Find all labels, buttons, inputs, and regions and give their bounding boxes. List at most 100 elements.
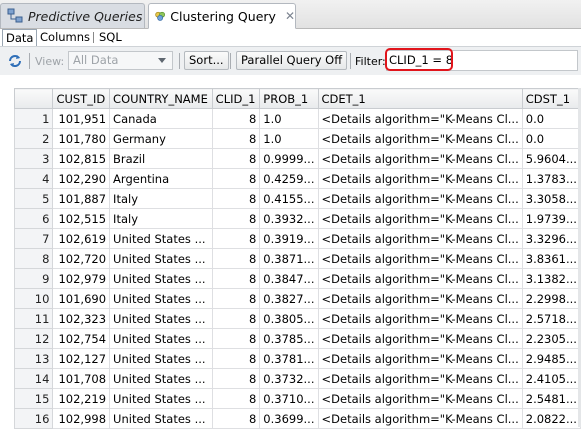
cell-cdst[interactable]: 2.2998... [521,288,581,309]
cell-prob[interactable]: 0.3732... [259,368,319,389]
cell-prob[interactable]: 0.3827... [259,288,319,309]
cell-cdet[interactable]: <Details algorithm="K-Means Cl... [317,128,523,149]
cell-cdst[interactable]: 2.0822... [521,408,581,429]
cell-clid[interactable]: 8 [211,328,261,349]
cell-cust-id[interactable]: 102,815 [52,148,111,169]
cell-cdst[interactable]: 2.9485... [521,348,581,369]
cell-cdst[interactable]: 1.3783... [521,168,581,189]
cell-cdet[interactable]: <Details algorithm="K-Means Cl... [317,188,523,209]
cell-prob[interactable]: 0.3871... [259,248,319,269]
cell-clid[interactable]: 8 [211,168,261,189]
cell-cdet[interactable]: <Details algorithm="K-Means Cl... [317,288,523,309]
tab-data[interactable]: Data [2,29,38,47]
cell-cdet[interactable]: <Details algorithm="K-Means Cl... [317,388,523,409]
column-header-prob[interactable]: PROB_1 [259,88,319,109]
cell-clid[interactable]: 8 [211,228,261,249]
cell-cust-id[interactable]: 102,979 [52,268,111,289]
cell-cdst[interactable]: 5.9604... [521,148,581,169]
cell-cdet[interactable]: <Details algorithm="K-Means Cl... [317,148,523,169]
cell-cust-id[interactable]: 102,754 [52,328,111,349]
cell-country-name[interactable]: United States ... [109,408,213,429]
close-icon[interactable]: ✕ [285,9,295,23]
cell-cdet[interactable]: <Details algorithm="K-Means Cl... [317,248,523,269]
cell-clid[interactable]: 8 [211,148,261,169]
table-row[interactable]: 8 102,720 United States ... 8 0.3871... <Deta… [13,248,581,269]
tab-columns[interactable]: Columns [37,29,93,45]
cell-country-name[interactable]: United States ... [109,368,213,389]
cell-cust-id[interactable]: 101,887 [52,188,111,209]
row-number[interactable]: 12 [13,328,54,349]
cell-cust-id[interactable]: 101,780 [52,128,111,149]
column-header-cdet[interactable]: CDET_1 [317,88,523,109]
cell-prob[interactable]: 0.3919... [259,228,319,249]
row-number[interactable]: 4 [13,168,54,189]
cell-clid[interactable]: 8 [211,248,261,269]
cell-prob[interactable]: 0.4259... [259,168,319,189]
cell-country-name[interactable]: Brazil [109,148,213,169]
cell-clid[interactable]: 8 [211,308,261,329]
cell-prob[interactable]: 0.4155... [259,188,319,209]
cell-country-name[interactable]: United States ... [109,388,213,409]
cell-cdst[interactable]: 0.0 [521,108,581,129]
cell-cdet[interactable]: <Details algorithm="K-Means Cl... [317,348,523,369]
cell-cust-id[interactable]: 102,515 [52,208,111,229]
cell-prob[interactable]: 0.3710... [259,388,319,409]
table-row[interactable]: 9 102,979 United States ... 8 0.3847... <Deta… [13,268,581,289]
cell-prob[interactable]: 0.3699... [259,408,319,429]
cell-prob[interactable]: 0.3781... [259,348,319,369]
cell-cdet[interactable]: <Details algorithm="K-Means Cl... [317,208,523,229]
view-select[interactable]: All Data [68,51,173,70]
cell-country-name[interactable]: Italy [109,208,213,229]
parallel-query-button[interactable]: Parallel Query Off [236,51,348,70]
table-row[interactable]: 7 102,619 United States ... 8 0.3919... <Deta… [13,228,581,249]
row-number[interactable]: 6 [13,208,54,229]
cell-cdet[interactable]: <Details algorithm="K-Means Cl... [317,268,523,289]
cell-prob[interactable]: 0.3785... [259,328,319,349]
cell-cdet[interactable]: <Details algorithm="K-Means Cl... [317,108,523,129]
cell-prob[interactable]: 1.0 [259,108,319,129]
table-row[interactable]: 2 101,780 Germany 8 1.0 <Details algorithm="K… [13,128,581,149]
row-number[interactable]: 2 [13,128,54,149]
row-number[interactable]: 15 [13,388,54,409]
cell-clid[interactable]: 8 [211,208,261,229]
cell-cdet[interactable]: <Details algorithm="K-Means Cl... [317,308,523,329]
cell-clid[interactable]: 8 [211,368,261,389]
table-row[interactable]: 6 102,515 Italy 8 0.3932... <Details algorith… [13,208,581,229]
table-row[interactable]: 14 101,708 United States ... 8 0.3732... <Det… [13,368,581,389]
tab-predictive-queries[interactable]: Predictive Queries [0,3,145,28]
cell-cust-id[interactable]: 101,708 [52,368,111,389]
row-number[interactable]: 14 [13,368,54,389]
table-row[interactable]: 5 101,887 Italy 8 0.4155... <Details algorith… [13,188,581,209]
cell-country-name[interactable]: United States ... [109,328,213,349]
cell-country-name[interactable]: Italy [109,188,213,209]
cell-country-name[interactable]: United States ... [109,288,213,309]
cell-country-name[interactable]: Argentina [109,168,213,189]
cell-cdst[interactable]: 2.2305... [521,328,581,349]
table-row[interactable]: 13 102,127 United States ... 8 0.3781... <Det… [13,348,581,369]
row-number[interactable]: 3 [13,148,54,169]
table-row[interactable]: 1 101,951 Canada 8 1.0 <Details algorithm="K-… [13,108,581,129]
table-row[interactable]: 11 102,323 United States ... 8 0.3805... <Det… [13,308,581,329]
table-row[interactable]: 10 101,690 United States ... 8 0.3827... <Det… [13,288,581,309]
cell-cdst[interactable]: 2.5718... [521,308,581,329]
cell-cdst[interactable]: 3.3058... [521,188,581,209]
cell-country-name[interactable]: United States ... [109,268,213,289]
cell-clid[interactable]: 8 [211,188,261,209]
tab-clustering-query[interactable]: Clustering Query ✕ [148,3,296,29]
cell-cust-id[interactable]: 101,951 [52,108,111,129]
cell-cdet[interactable]: <Details algorithm="K-Means Cl... [317,168,523,189]
cell-cust-id[interactable]: 102,720 [52,248,111,269]
sort-button[interactable]: Sort... [184,51,229,70]
cell-cust-id[interactable]: 102,998 [52,408,111,429]
table-row[interactable]: 15 102,219 United States ... 8 0.3710... <Det… [13,388,581,409]
cell-cdst[interactable]: 1.9739... [521,208,581,229]
cell-prob[interactable]: 0.3847... [259,268,319,289]
cell-country-name[interactable]: Canada [109,108,213,129]
cell-country-name[interactable]: United States ... [109,228,213,249]
cell-cdet[interactable]: <Details algorithm="K-Means Cl... [317,228,523,249]
row-number[interactable]: 11 [13,308,54,329]
cell-cdet[interactable]: <Details algorithm="K-Means Cl... [317,368,523,389]
row-number[interactable]: 9 [13,268,54,289]
cell-prob[interactable]: 1.0 [259,128,319,149]
cell-cdet[interactable]: <Details algorithm="K-Means Cl... [317,408,523,429]
